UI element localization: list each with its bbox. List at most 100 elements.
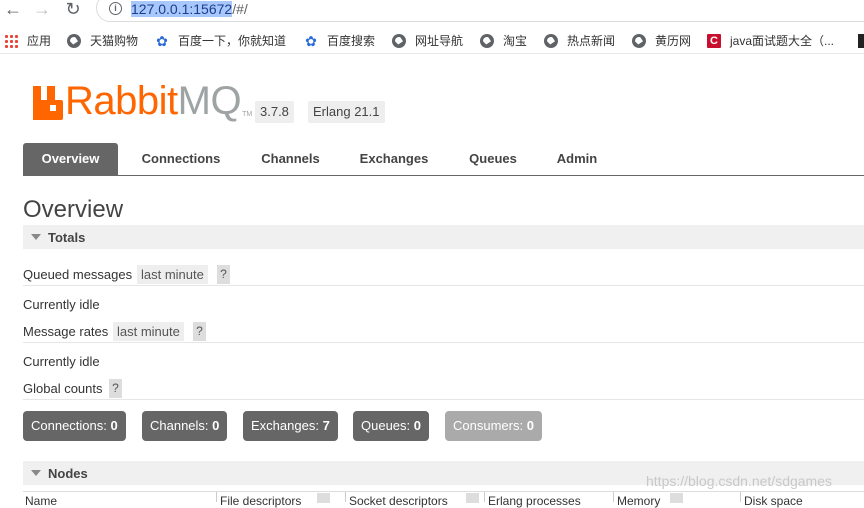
- url-host: 127.0.0.1:15672: [131, 1, 233, 17]
- column-header-socket-descriptors[interactable]: Socket descriptors: [349, 494, 448, 508]
- queued-messages-label: Queued messages: [23, 267, 133, 282]
- exchanges-count-button[interactable]: Exchanges: 7: [243, 411, 338, 441]
- page-title: Overview: [23, 196, 124, 223]
- bookmark-label: 网址导航: [415, 34, 464, 48]
- csdn-icon: C: [707, 33, 721, 48]
- column-header-memory[interactable]: Memory: [617, 494, 660, 508]
- bookmark-java[interactable]: Cjava面试题大全（...: [707, 32, 834, 49]
- count-value: 0: [413, 418, 422, 433]
- tab-exchanges[interactable]: Exchanges: [348, 143, 440, 175]
- url-text[interactable]: 127.0.0.1:15672/#/: [131, 1, 248, 17]
- nodes-table-header: Name File descriptors Socket descriptors…: [23, 491, 864, 508]
- channels-count-button[interactable]: Channels: 0: [142, 411, 228, 441]
- column-divider: [740, 492, 741, 502]
- count-label: Consumers:: [453, 418, 524, 433]
- globe-icon: [544, 33, 558, 48]
- bookmark-news[interactable]: 热点新闻: [544, 32, 615, 49]
- help-icon[interactable]: [317, 493, 330, 503]
- globe-icon: [67, 33, 81, 48]
- site-info-icon[interactable]: i: [109, 2, 122, 15]
- trademark: TM: [242, 111, 253, 118]
- column-header-name[interactable]: Name: [25, 494, 57, 508]
- bookmark-nav[interactable]: 网址导航: [392, 32, 463, 49]
- tab-overview[interactable]: Overview: [23, 143, 118, 175]
- collapse-triangle-icon: [31, 234, 41, 240]
- collapse-triangle-icon: [31, 470, 41, 476]
- connections-count-button[interactable]: Connections: 0: [23, 411, 126, 441]
- count-value: 0: [526, 418, 534, 433]
- bookmark-label: 百度一下，你就知道: [178, 34, 287, 48]
- rabbit-logo-icon: [33, 84, 63, 120]
- bookmark-tmall[interactable]: 天猫购物: [67, 32, 138, 49]
- tab-queues[interactable]: Queues: [458, 143, 528, 175]
- bookmark-label: 应用: [27, 34, 52, 48]
- bookmark-taobao[interactable]: 淘宝: [480, 32, 527, 49]
- section-title: Nodes: [48, 466, 88, 481]
- help-icon[interactable]: ?: [109, 379, 122, 398]
- idle-status: Currently idle: [23, 297, 100, 312]
- bookmark-label: 百度搜索: [327, 34, 376, 48]
- count-label: Connections:: [31, 418, 107, 433]
- help-icon[interactable]: [466, 493, 479, 503]
- main-nav-tabs: Overview Connections Channels Exchanges …: [23, 143, 864, 176]
- bookmark-almanac[interactable]: 黄历网: [632, 32, 691, 49]
- globe-icon: [392, 33, 406, 48]
- tab-channels[interactable]: Channels: [248, 143, 333, 175]
- message-rates-label: Message rates: [23, 324, 109, 339]
- idle-status: Currently idle: [23, 354, 100, 369]
- column-divider: [216, 492, 217, 502]
- browser-toolbar: ← → ↻ i 127.0.0.1:15672/#/: [0, 0, 864, 24]
- queued-range-select[interactable]: last minute: [137, 265, 208, 284]
- count-value: 0: [110, 418, 118, 433]
- column-header-erlang-processes[interactable]: Erlang processes: [488, 494, 581, 508]
- paw-icon: ✿: [156, 32, 168, 49]
- rabbitmq-logo[interactable]: RabbitMQ TM: [33, 79, 253, 123]
- count-value: 0: [212, 418, 220, 433]
- logo-mq-text: MQ: [177, 79, 242, 123]
- divider: [23, 342, 864, 343]
- count-value: 7: [322, 418, 330, 433]
- bookmark-baidu-search[interactable]: ✿ 百度搜索: [304, 32, 375, 49]
- help-icon[interactable]: ?: [193, 322, 206, 341]
- watermark: https://blog.csdn.net/sdgames: [646, 473, 832, 489]
- bookmark-label: 黄历网: [655, 34, 692, 48]
- count-label: Channels:: [150, 418, 209, 433]
- consumers-count-button[interactable]: Consumers: 0: [445, 411, 542, 441]
- bookmark-baidu[interactable]: ✿ 百度一下，你就知道: [155, 32, 286, 49]
- forward-icon[interactable]: →: [32, 0, 52, 20]
- column-divider: [484, 492, 485, 502]
- rates-range-select[interactable]: last minute: [113, 322, 184, 341]
- logo-wordmark: RabbitMQ: [65, 79, 242, 123]
- logo-rabbit-text: Rabbit: [65, 79, 178, 123]
- bookmark-label: 淘宝: [503, 34, 528, 48]
- bookmark-label: java面试题大全（...: [730, 34, 835, 48]
- divider: [23, 399, 864, 400]
- globe-icon: [632, 33, 646, 48]
- erlang-version-badge: Erlang 21.1: [308, 101, 385, 123]
- totals-section-toggle[interactable]: Totals: [23, 225, 864, 249]
- column-divider: [345, 492, 346, 502]
- count-label: Exchanges:: [251, 418, 319, 433]
- globe-icon: [480, 33, 494, 48]
- back-icon[interactable]: ←: [3, 0, 23, 20]
- bookmark-apps[interactable]: 应用: [4, 32, 51, 49]
- reload-icon[interactable]: ↻: [63, 0, 83, 20]
- queues-count-button[interactable]: Queues: 0: [353, 411, 430, 441]
- paw-icon: ✿: [305, 32, 317, 49]
- bookmark-label: 天猫购物: [90, 34, 139, 48]
- help-icon[interactable]: [670, 493, 683, 503]
- tab-admin[interactable]: Admin: [546, 143, 608, 175]
- tab-connections[interactable]: Connections: [130, 143, 232, 175]
- address-bar[interactable]: i 127.0.0.1:15672/#/: [96, 0, 864, 22]
- rabbitmq-version-badge: 3.7.8: [255, 101, 294, 123]
- section-title: Totals: [48, 230, 86, 245]
- column-header-disk-space[interactable]: Disk space: [744, 494, 803, 508]
- bookmark-label: 热点新闻: [567, 34, 616, 48]
- apps-grid-icon: [4, 33, 18, 48]
- overflow-icon[interactable]: [858, 34, 864, 48]
- count-label: Queues:: [361, 418, 411, 433]
- url-path: /#/: [232, 1, 248, 17]
- column-header-file-descriptors[interactable]: File descriptors: [220, 494, 301, 508]
- column-divider: [613, 492, 614, 502]
- help-icon[interactable]: ?: [217, 265, 230, 284]
